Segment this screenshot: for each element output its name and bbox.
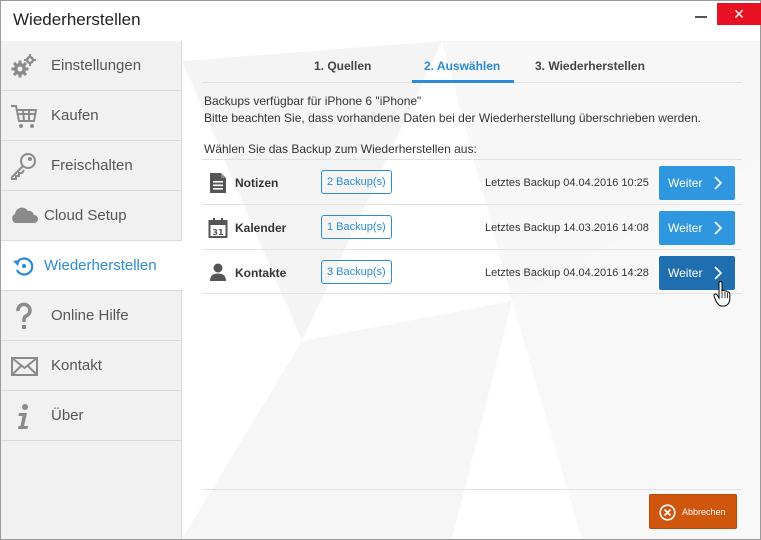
envelope-icon	[11, 357, 38, 376]
overwrite-warning-text: Bitte beachten Sie, dass vorhandene Date…	[204, 111, 701, 125]
app-window: Wiederherstellen ✕ Einstellungen Kaufen …	[0, 0, 761, 540]
backup-row-kontakte: Kontakte 3 Backup(s) Letztes Backup 04.0…	[202, 249, 742, 294]
sidebar-item-ueber[interactable]: Über	[1, 391, 181, 441]
backup-type-name: Notizen	[235, 176, 279, 190]
next-button-label: Weiter	[668, 266, 703, 280]
last-backup-date: Letztes Backup 14.03.2016 14:08	[485, 222, 649, 234]
backup-count-badge[interactable]: 2 Backup(s)	[321, 170, 392, 194]
hand-cursor-icon	[713, 281, 731, 307]
cancel-circle-icon	[659, 504, 676, 521]
cancel-button-label: Abbrechen	[682, 507, 726, 517]
notes-icon	[210, 173, 226, 193]
sidebar-item-label: Über	[51, 407, 84, 424]
sidebar-item-label: Cloud Setup	[44, 207, 127, 224]
sidebar-item-label: Kontakt	[51, 357, 102, 374]
tab-auswaehlen[interactable]: 2. Auswählen	[424, 59, 500, 73]
sidebar-item-label: Online Hilfe	[51, 307, 129, 324]
restore-icon	[13, 257, 34, 276]
sidebar-item-cloud-setup[interactable]: Cloud Setup	[1, 191, 181, 241]
backup-type-name: Kontakte	[235, 266, 287, 280]
close-button[interactable]: ✕	[717, 3, 761, 25]
step-tabs: 1. Quellen 2. Auswählen 3. Wiederherstel…	[202, 55, 742, 83]
last-backup-date: Letztes Backup 04.04.2016 14:28	[485, 267, 649, 279]
person-icon	[210, 263, 226, 281]
footer-divider	[202, 489, 742, 490]
sidebar-item-label: Wiederherstellen	[44, 257, 157, 274]
question-icon	[16, 302, 32, 329]
next-button-label: Weiter	[668, 221, 703, 235]
backup-row-notizen: Notizen 2 Backup(s) Letztes Backup 04.04…	[202, 159, 742, 204]
minimize-button[interactable]	[689, 5, 715, 27]
chevron-right-icon	[714, 266, 723, 280]
title-bar: Wiederherstellen ✕	[1, 1, 761, 41]
info-icon	[18, 404, 28, 429]
tab-wiederherstellen[interactable]: 3. Wiederherstellen	[535, 59, 645, 73]
sidebar-item-label: Einstellungen	[51, 57, 142, 74]
sidebar-item-freischalten[interactable]: Freischalten	[1, 141, 181, 191]
sidebar-item-wiederherstellen[interactable]: Wiederherstellen	[1, 241, 182, 291]
chevron-right-icon	[714, 176, 723, 190]
device-info-text: Backups verfügbar für iPhone 6 "iPhone"	[204, 94, 422, 108]
svg-text:31: 31	[212, 228, 224, 237]
sidebar: Einstellungen Kaufen Freischalten Cloud …	[1, 41, 182, 539]
window-title: Wiederherstellen	[13, 10, 141, 29]
gears-icon	[11, 54, 36, 78]
cancel-button[interactable]: Abbrechen	[649, 494, 737, 529]
backup-count-badge[interactable]: 1 Backup(s)	[321, 215, 392, 239]
sidebar-item-einstellungen[interactable]: Einstellungen	[1, 41, 181, 91]
last-backup-date: Letztes Backup 04.04.2016 10:25	[485, 177, 649, 189]
next-button[interactable]: Weiter	[659, 211, 735, 245]
tab-quellen[interactable]: 1. Quellen	[314, 59, 371, 73]
main-panel: 1. Quellen 2. Auswählen 3. Wiederherstel…	[182, 41, 760, 539]
chevron-right-icon	[714, 221, 723, 235]
backup-row-kalender: 31 Kalender 1 Backup(s) Letztes Backup 1…	[202, 204, 742, 249]
active-tab-indicator	[412, 80, 514, 83]
key-icon	[11, 153, 36, 180]
backup-count-badge[interactable]: 3 Backup(s)	[321, 260, 392, 284]
calendar-icon: 31	[208, 218, 228, 238]
minimize-icon	[695, 16, 707, 18]
sidebar-item-kaufen[interactable]: Kaufen	[1, 91, 181, 141]
backup-list: Notizen 2 Backup(s) Letztes Backup 04.04…	[202, 159, 742, 294]
backup-type-name: Kalender	[235, 221, 287, 235]
select-backup-prompt: Wählen Sie das Backup zum Wiederherstell…	[204, 142, 477, 156]
sidebar-item-label: Freischalten	[51, 157, 133, 174]
next-button-label: Weiter	[668, 176, 703, 190]
sidebar-item-online-hilfe[interactable]: Online Hilfe	[1, 291, 181, 341]
next-button[interactable]: Weiter	[659, 166, 735, 200]
cart-icon	[11, 105, 38, 128]
sidebar-item-label: Kaufen	[51, 107, 99, 124]
sidebar-item-kontakt[interactable]: Kontakt	[1, 341, 181, 391]
cloud-icon	[12, 207, 38, 223]
